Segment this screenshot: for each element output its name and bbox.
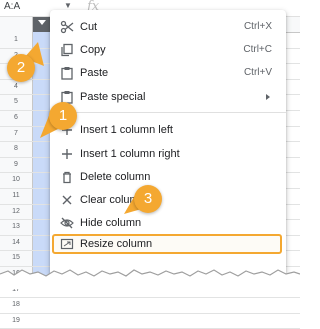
menu-item-label: Paste [80,67,109,79]
menu-item-shortcut: Ctrl+V [243,67,272,78]
menu-item-label: Paste special [80,91,146,103]
resize-icon [60,238,74,250]
plus-icon [62,149,72,159]
menu-item-cut[interactable]: Cut Ctrl+X [50,16,286,39]
menu-item-label: Cut [80,21,98,33]
scissors-icon [60,20,74,34]
menu-item-paste[interactable]: Paste Ctrl+V [50,62,286,85]
row-number[interactable]: 11 [0,192,32,199]
annotation-badge-2: 2 [7,54,35,82]
submenu-arrow-icon [266,94,270,100]
menu-item-clear-column[interactable]: Clear column [50,189,286,212]
menu-item-hide-column[interactable]: Hide column [50,212,286,235]
row-number[interactable]: 9 [0,161,32,168]
context-menu: Cut Ctrl+X Copy Ctrl+C Paste Ctrl+V Past… [50,10,286,276]
row-number[interactable]: 6 [0,114,32,121]
menu-item-resize-column[interactable]: Resize column [50,234,286,257]
menu-item-label: Delete column [80,171,151,183]
paste-icon [61,67,73,80]
menu-item-label: Copy [80,44,106,56]
eye-off-icon [60,217,74,229]
row-number[interactable]: 15 [0,254,32,261]
torn-edge-decoration [0,269,300,289]
row-number[interactable]: 1 [0,36,32,43]
row-number[interactable]: 10 [0,176,32,183]
menu-item-label: Hide column [80,217,142,229]
menu-item-paste-special[interactable]: Paste special [50,86,286,109]
menu-item-shortcut: Ctrl+C [243,44,272,55]
menu-item-copy[interactable]: Copy Ctrl+C [50,39,286,62]
chevron-down-icon[interactable]: ▼ [64,1,72,10]
row-number[interactable]: 19 [0,317,32,324]
name-box[interactable]: A:A [4,1,20,12]
row-number[interactable]: 13 [0,223,32,230]
menu-item-shortcut: Ctrl+X [243,21,272,32]
row-number[interactable]: 8 [0,145,32,152]
row-number[interactable]: 5 [0,98,32,105]
trash-icon [63,171,71,184]
menu-item-insert-right[interactable]: Insert 1 column right [50,143,286,166]
row-number[interactable]: 12 [0,208,32,215]
menu-item-label: Insert 1 column right [80,148,180,160]
row-number[interactable]: 7 [0,130,32,137]
annotation-badge-1: 1 [49,102,77,130]
menu-divider [50,112,286,113]
row-number[interactable]: 14 [0,239,32,246]
row-number[interactable]: 18 [0,301,32,308]
row-number[interactable]: 4 [0,83,32,90]
close-icon [62,195,72,205]
copy-icon [61,43,73,57]
menu-item-delete-column[interactable]: Delete column [50,166,286,189]
annotation-badge-3: 3 [134,185,162,213]
menu-item-label: Resize column [80,238,153,250]
column-menu-caret-icon[interactable] [38,20,46,25]
grid-row-line [0,313,300,314]
menu-item-insert-left[interactable]: Insert 1 column left [50,119,286,142]
menu-item-label: Insert 1 column left [80,124,173,136]
grid-row-line [0,297,300,298]
